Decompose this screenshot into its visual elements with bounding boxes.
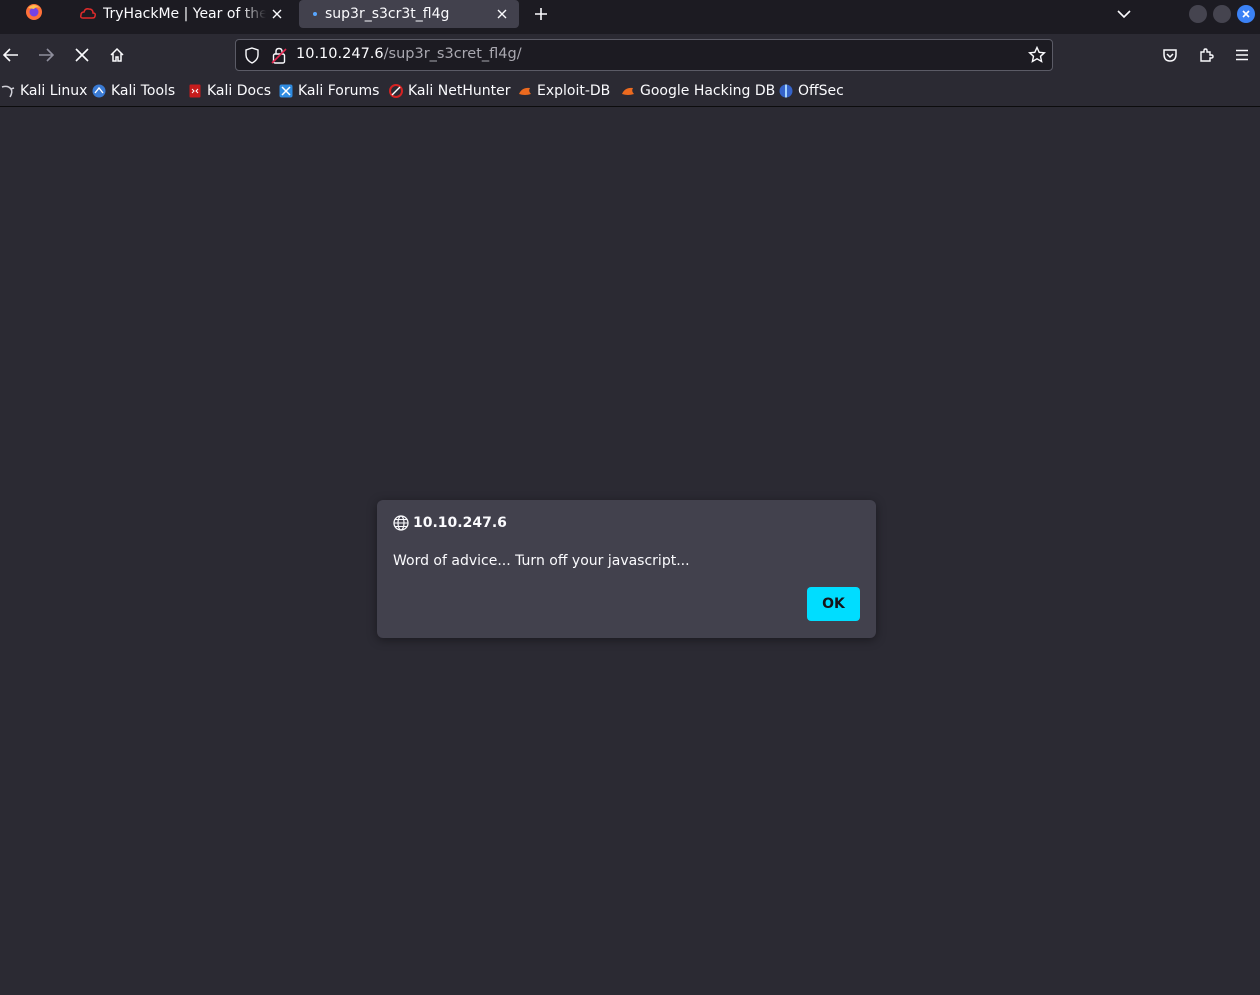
forward-arrow-icon — [39, 48, 54, 62]
home-icon — [110, 47, 124, 62]
tab-active-flag[interactable]: sup3r_s3cr3t_fl4g — [299, 0, 519, 28]
alert-dialog: 10.10.247.6 Word of advice... Turn off y… — [377, 500, 876, 638]
stop-icon — [75, 48, 89, 62]
tryhackme-icon — [80, 6, 96, 22]
extensions-button[interactable] — [1193, 42, 1219, 68]
insecure-lock-icon[interactable] — [271, 47, 287, 68]
firefox-icon — [25, 3, 43, 25]
new-tab-button[interactable] — [530, 3, 552, 25]
tab-tryhackme[interactable]: TryHackMe | Year of the Rabbit — [70, 0, 294, 28]
globe-icon — [393, 515, 409, 531]
kali-docs-icon — [187, 83, 203, 99]
stop-loading-button[interactable] — [69, 42, 95, 68]
dialog-header: 10.10.247.6 — [393, 515, 507, 531]
close-icon — [1242, 10, 1250, 18]
url-text[interactable]: 10.10.247.6/sup3r_s3cret_fl4g/ — [296, 46, 522, 62]
app-menu-button[interactable] — [1229, 42, 1255, 68]
tracking-protection-shield-icon[interactable] — [244, 47, 260, 68]
dialog-message: Word of advice... Turn off your javascri… — [393, 553, 690, 569]
exploit-db-icon — [517, 83, 533, 99]
kali-dragon-icon — [0, 83, 16, 99]
firefox-menu-button[interactable] — [0, 0, 68, 28]
bookmarks-toolbar: Kali Linux Kali Tools Kali Docs Kali For… — [0, 76, 1260, 107]
ok-button[interactable]: OK — [807, 587, 860, 621]
ghdb-icon — [620, 83, 636, 99]
bookmark-google-hacking-db[interactable]: Google Hacking DB — [620, 81, 775, 101]
tab-title: sup3r_s3cr3t_fl4g — [325, 6, 450, 22]
bookmark-exploit-db[interactable]: Exploit-DB — [517, 81, 610, 101]
chevron-down-icon — [1117, 10, 1131, 19]
bookmark-offsec[interactable]: OffSec — [778, 81, 844, 101]
dialog-origin: 10.10.247.6 — [413, 515, 507, 531]
bookmark-kali-forums[interactable]: Kali Forums — [278, 81, 379, 101]
tab-title: TryHackMe | Year of the Rabbit — [103, 6, 266, 22]
close-tab-icon[interactable] — [266, 3, 288, 25]
bookmark-kali-tools[interactable]: Kali Tools — [91, 81, 175, 101]
home-button[interactable] — [104, 42, 130, 68]
plus-icon — [535, 8, 547, 20]
list-all-tabs-button[interactable] — [1113, 3, 1135, 25]
navigation-toolbar: 10.10.247.6/sup3r_s3cret_fl4g/ — [0, 34, 1260, 76]
tab-strip: TryHackMe | Year of the Rabbit sup3r_s3c… — [0, 0, 1260, 34]
pocket-icon — [1163, 49, 1177, 62]
forward-button[interactable] — [33, 42, 59, 68]
pocket-button[interactable] — [1157, 42, 1183, 68]
kali-tools-icon — [91, 83, 107, 99]
hamburger-menu-icon — [1236, 49, 1248, 61]
kali-forums-icon — [278, 83, 294, 99]
nethunter-icon — [388, 83, 404, 99]
bookmark-star-icon[interactable] — [1027, 45, 1047, 68]
offsec-icon — [778, 83, 794, 99]
bookmark-kali-nethunter[interactable]: Kali NetHunter — [388, 81, 510, 101]
close-window-button[interactable] — [1237, 5, 1255, 23]
loading-dot-icon — [313, 12, 317, 16]
bookmark-kali-linux[interactable]: Kali Linux — [0, 81, 87, 101]
minimize-window-button[interactable] — [1189, 5, 1207, 23]
url-bar[interactable]: 10.10.247.6/sup3r_s3cret_fl4g/ — [235, 39, 1053, 71]
back-arrow-icon — [3, 48, 18, 62]
puzzle-icon — [1200, 48, 1214, 62]
bookmark-kali-docs[interactable]: Kali Docs — [187, 81, 271, 101]
maximize-window-button[interactable] — [1213, 5, 1231, 23]
back-button[interactable] — [0, 42, 24, 68]
close-tab-icon[interactable] — [491, 3, 513, 25]
